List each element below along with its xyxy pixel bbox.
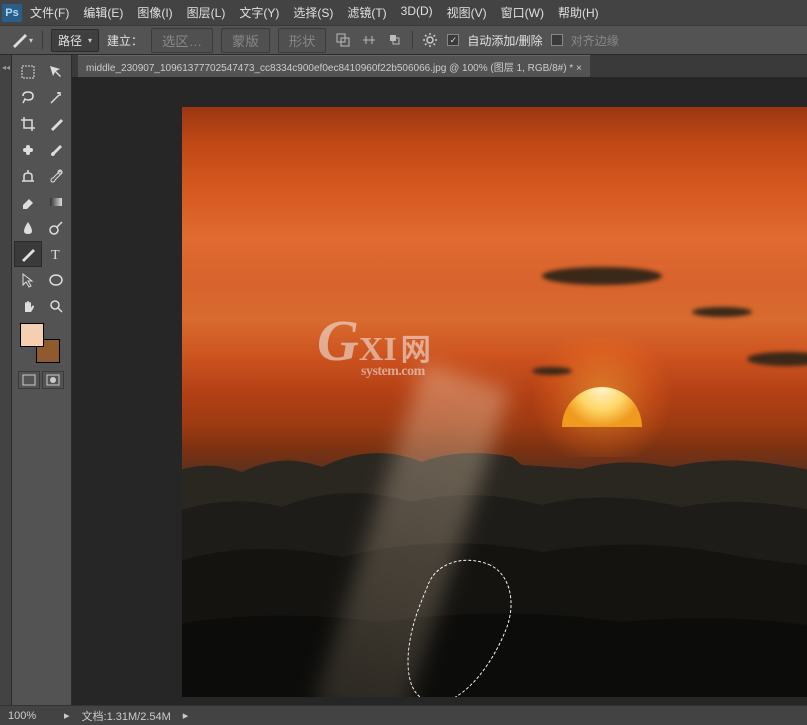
zoom-level[interactable]: 100% (8, 710, 52, 722)
watermark: GXI网 system.com (317, 307, 431, 380)
menu-select[interactable]: 选择(S) (293, 4, 333, 21)
options-bar: ▾ 路径 ▾ 建立： 选区… 蒙版 形状 自动添加/删除 对齐边缘 (0, 25, 807, 55)
align-edges-label: 对齐边缘 (571, 32, 619, 49)
status-menu-icon[interactable]: ▸ (183, 709, 189, 722)
make-selection-button[interactable]: 选区… (151, 28, 213, 53)
brush-tool[interactable] (42, 137, 70, 163)
menu-layer[interactable]: 图层(L) (187, 4, 226, 21)
app-header: Ps 文件(F) 编辑(E) 图像(I) 图层(L) 文字(Y) 选择(S) 滤… (0, 0, 807, 25)
menu-help[interactable]: 帮助(H) (558, 4, 599, 21)
menu-filter[interactable]: 滤镜(T) (347, 4, 386, 21)
menu-type[interactable]: 文字(Y) (239, 4, 279, 21)
eyedropper-tool[interactable] (42, 111, 70, 137)
menu-file[interactable]: 文件(F) (30, 4, 69, 21)
make-shape-button[interactable]: 形状 (278, 28, 327, 53)
blur-tool[interactable] (14, 215, 42, 241)
chevron-down-icon: ▾ (29, 36, 33, 45)
watermark-cn: 网 (401, 334, 431, 367)
zoom-tool[interactable] (42, 293, 70, 319)
eraser-tool[interactable] (14, 189, 42, 215)
magic-wand-tool[interactable] (42, 85, 70, 111)
app-logo: Ps (2, 4, 22, 22)
dodge-tool[interactable] (42, 215, 70, 241)
document-info[interactable]: 文档:1.31M/2.54M (82, 708, 171, 724)
foreground-color-swatch[interactable] (20, 323, 44, 347)
marquee-tool[interactable] (14, 59, 42, 85)
gear-icon[interactable] (421, 31, 439, 49)
shape-tool[interactable] (42, 267, 70, 293)
panel-collapse-icon[interactable]: ◂◂ (2, 63, 10, 72)
cloud (747, 352, 807, 366)
document-tab-title: middle_230907_10961377702547473_cc8334c9… (86, 59, 582, 74)
lasso-tool[interactable] (14, 85, 42, 111)
make-mask-button[interactable]: 蒙版 (221, 28, 270, 53)
document-area: middle_230907_10961377702547473_cc8334c9… (72, 55, 807, 705)
current-tool-indicator[interactable]: ▾ (10, 28, 34, 52)
menu-view[interactable]: 视图(V) (447, 4, 487, 21)
image-canvas[interactable]: GXI网 system.com (182, 107, 807, 697)
left-gutter: ◂◂ (0, 55, 12, 705)
history-brush-tool[interactable] (42, 163, 70, 189)
canvas-viewport[interactable]: GXI网 system.com (72, 77, 807, 705)
main-area: ◂◂ T (0, 55, 807, 705)
svg-text:T: T (51, 248, 60, 262)
watermark-g: G (317, 307, 359, 374)
path-mode-value: 路径 (58, 32, 82, 49)
cloud (542, 267, 662, 285)
chevron-down-icon: ▾ (88, 36, 92, 45)
path-mode-select[interactable]: 路径 ▾ (51, 29, 99, 52)
pen-icon (11, 32, 27, 48)
crop-tool[interactable] (14, 111, 42, 137)
menu-window[interactable]: 窗口(W) (501, 4, 544, 21)
menu-bar: 文件(F) 编辑(E) 图像(I) 图层(L) 文字(Y) 选择(S) 滤镜(T… (30, 4, 599, 21)
menu-edit[interactable]: 编辑(E) (83, 4, 123, 21)
cloud (692, 307, 752, 317)
divider (412, 31, 413, 49)
type-tool[interactable]: T (42, 241, 70, 267)
cloud (532, 367, 572, 375)
path-selection-tool[interactable] (14, 267, 42, 293)
auto-add-delete-checkbox[interactable] (447, 34, 459, 46)
menu-image[interactable]: 图像(I) (137, 4, 172, 21)
hand-tool[interactable] (14, 293, 42, 319)
path-align-icon[interactable] (360, 31, 378, 49)
move-tool[interactable] (42, 59, 70, 85)
watermark-sub: system.com (361, 364, 431, 380)
divider (42, 31, 43, 49)
document-tab-bar: middle_230907_10961377702547473_cc8334c9… (72, 55, 807, 77)
clone-stamp-tool[interactable] (14, 163, 42, 189)
status-separator-icon: ▸ (64, 709, 70, 722)
healing-brush-tool[interactable] (14, 137, 42, 163)
mountains (182, 417, 807, 697)
toolbox: T (12, 55, 72, 705)
color-swatches[interactable] (20, 323, 60, 363)
status-bar: 100% ▸ 文档:1.31M/2.54M ▸ (0, 705, 807, 725)
gradient-tool[interactable] (42, 189, 70, 215)
path-ops-combine-icon[interactable] (334, 31, 352, 49)
quickmask-mode-button[interactable] (42, 371, 64, 389)
standard-mode-button[interactable] (18, 371, 40, 389)
document-tab[interactable]: middle_230907_10961377702547473_cc8334c9… (78, 55, 590, 77)
menu-3d[interactable]: 3D(D) (401, 4, 433, 21)
auto-add-delete-label: 自动添加/删除 (467, 32, 542, 49)
path-arrange-icon[interactable] (386, 31, 404, 49)
build-label: 建立： (107, 32, 143, 49)
align-edges-checkbox[interactable] (551, 34, 563, 46)
pen-tool[interactable] (14, 241, 42, 267)
